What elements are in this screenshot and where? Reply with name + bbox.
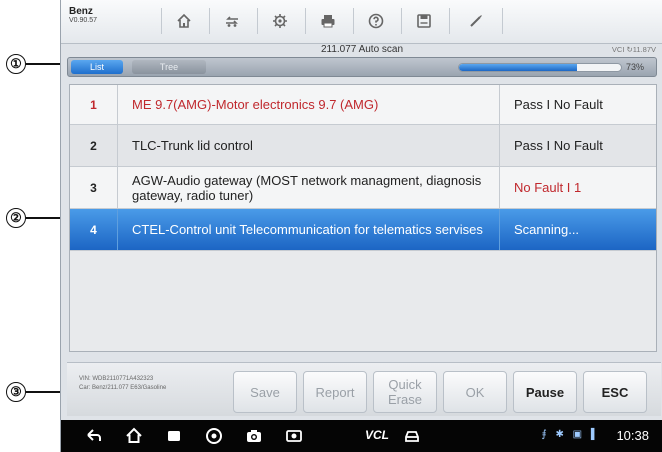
software-version: V0.90.57 xyxy=(69,17,98,24)
clock: 10:38 xyxy=(616,428,649,443)
home-button[interactable] xyxy=(161,8,205,34)
row-number: 3 xyxy=(70,167,118,208)
pen-icon xyxy=(470,15,482,27)
camera-button[interactable] xyxy=(245,427,263,445)
settings-button[interactable] xyxy=(257,8,301,34)
save-data-button[interactable] xyxy=(401,8,445,34)
screen-record-icon xyxy=(286,430,302,442)
settings-gear-icon xyxy=(272,14,287,28)
tablet-screen: Benz V0.90.57 211.077 Auto scan VCI ↻11.… xyxy=(60,0,662,452)
module-status: Scanning... xyxy=(514,222,580,237)
brand-block: Benz V0.90.57 xyxy=(69,6,125,24)
view-tab-bar: List Tree 73% xyxy=(67,57,657,77)
vehicle-vin: VIN: WDB2110771A432323 xyxy=(79,376,154,382)
function-bar: VIN: WDB2110771A432323 Car: Benz/211.077… xyxy=(67,362,661,416)
help-button[interactable] xyxy=(353,8,397,34)
module-status: Pass I No Fault xyxy=(514,97,603,112)
row-number: 4 xyxy=(70,209,118,250)
chrome-icon xyxy=(206,428,222,444)
module-list: 1 ME 9.7(AMG)-Motor electronics 9.7 (AMG… xyxy=(69,84,657,352)
table-row[interactable]: 1 ME 9.7(AMG)-Motor electronics 9.7 (AMG… xyxy=(70,85,656,125)
report-button[interactable]: Report xyxy=(303,371,367,413)
scan-title: 211.077 Auto scan xyxy=(320,44,404,55)
back-arrow-icon xyxy=(87,429,101,441)
data-logging-button[interactable] xyxy=(449,8,503,34)
ok-button[interactable]: OK xyxy=(443,371,507,413)
print-icon xyxy=(321,15,334,28)
callout-2-leader xyxy=(26,217,60,219)
vehicle-info: VIN: WDB2110771A432323 Car: Benz/211.077… xyxy=(79,375,166,393)
screen-record-button[interactable] xyxy=(285,427,303,445)
module-name: CTEL-Control unit Telecommunication for … xyxy=(118,209,500,250)
camera-icon xyxy=(247,430,261,442)
home-nav-icon xyxy=(126,427,142,443)
recent-apps-icon xyxy=(168,431,180,441)
save-icon xyxy=(416,14,431,28)
car-icon xyxy=(405,431,419,442)
callout-1: ① xyxy=(6,54,26,74)
tab-list[interactable]: List xyxy=(71,60,123,74)
quick-erase-button[interactable]: Quick Erase xyxy=(373,371,437,413)
tab-tree[interactable]: Tree xyxy=(132,60,206,74)
pause-button[interactable]: Pause xyxy=(513,371,577,413)
save-button[interactable]: Save xyxy=(233,371,297,413)
esc-button[interactable]: ESC xyxy=(583,371,647,413)
help-icon xyxy=(368,13,383,29)
table-row-selected[interactable]: 4 CTEL-Control unit Telecommunication fo… xyxy=(70,209,656,251)
module-status: Pass I No Fault xyxy=(514,138,603,153)
callout-2: ② xyxy=(6,208,26,228)
module-name: TLC-Trunk lid control xyxy=(118,125,500,166)
top-toolbar: Benz V0.90.57 xyxy=(61,0,662,44)
row-number: 2 xyxy=(70,125,118,166)
callout-3-leader xyxy=(26,391,60,393)
table-row[interactable]: 2 TLC-Trunk lid control Pass I No Fault xyxy=(70,125,656,167)
recent-apps-button[interactable] xyxy=(165,427,183,445)
scan-progress-bar xyxy=(458,63,622,72)
module-status: No Fault I 1 xyxy=(514,180,582,195)
print-button[interactable] xyxy=(305,8,349,34)
callout-3: ③ xyxy=(6,382,26,402)
system-status-icons: ⨎ ✱ ▣ ▌ xyxy=(541,429,601,440)
home-nav-button[interactable] xyxy=(125,427,143,445)
browser-button[interactable] xyxy=(205,427,223,445)
brand-name: Benz xyxy=(69,6,93,17)
back-button[interactable] xyxy=(85,427,103,445)
vehicle-swap-button[interactable] xyxy=(209,8,253,34)
scan-progress-fill xyxy=(459,64,578,71)
vehicle-button[interactable] xyxy=(403,427,421,445)
vci-battery-status: VCI ↻11.87V xyxy=(611,45,656,54)
vehicle-swap-icon xyxy=(225,16,238,27)
row-number: 1 xyxy=(70,85,118,124)
module-name: ME 9.7(AMG)-Motor electronics 9.7 (AMG) xyxy=(118,85,500,124)
system-nav-bar: VCL ⨎ ✱ ▣ ▌ 10:38 xyxy=(61,420,662,452)
table-row[interactable]: 3 AGW-Audio gateway (MOST network managm… xyxy=(70,167,656,209)
scan-progress-label: 73% xyxy=(626,62,645,72)
module-name: AGW-Audio gateway (MOST network managmen… xyxy=(118,167,500,208)
vcl-label[interactable]: VCL xyxy=(365,428,389,442)
vehicle-description: Car: Benz/211.077 E63/Gasoline xyxy=(79,385,167,391)
home-icon xyxy=(176,13,191,28)
